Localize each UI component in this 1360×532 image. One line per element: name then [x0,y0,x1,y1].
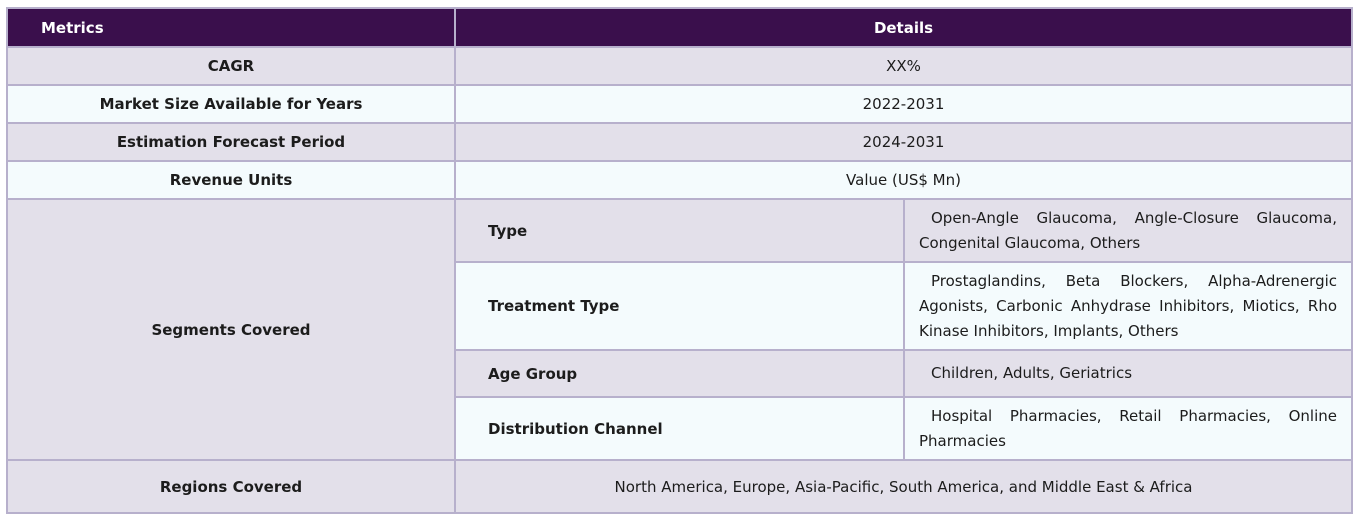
table-header-row: Metrics Details [6,7,1354,48]
segment-name: Distribution Channel [454,396,905,461]
report-scope-table-container: Metrics Details CAGR XX% Market Size Ava… [6,7,1354,514]
segment-value: Open-Angle Glaucoma, Angle-Closure Glauc… [902,198,1354,263]
segment-value: Prostaglandins, Beta Blockers, Alpha-Adr… [902,261,1354,351]
table-row: Estimation Forecast Period 2024-2031 [6,122,1354,162]
segments-covered-label: Segments Covered [6,198,456,461]
regions-covered-label: Regions Covered [6,459,456,514]
table-row: CAGR XX% [6,46,1354,86]
segment-value-text: Children, Adults, Geriatrics [931,364,1133,382]
segment-name: Age Group [454,349,905,398]
report-scope-table: Metrics Details CAGR XX% Market Size Ava… [6,7,1354,514]
metric-forecast-period-label: Estimation Forecast Period [6,122,456,162]
metric-cagr-value: XX% [453,46,1354,86]
segment-value-text: Hospital Pharmacies, Retail Pharmacies, … [919,406,1338,450]
table-row: Market Size Available for Years 2022-203… [6,84,1354,124]
segment-value: Hospital Pharmacies, Retail Pharmacies, … [902,396,1354,461]
metric-market-size-label: Market Size Available for Years [6,84,456,124]
metric-revenue-units-label: Revenue Units [6,160,456,200]
metric-forecast-period-value: 2024-2031 [453,122,1354,162]
segment-value-text: Open-Angle Glaucoma, Angle-Closure Glauc… [919,208,1338,252]
metric-revenue-units-value: Value (US$ Mn) [453,160,1354,200]
table-row: Regions Covered North America, Europe, A… [6,459,1354,514]
details-column-header: Details [453,7,1354,48]
segment-row-type: Segments Covered Type Open-Angle Glaucom… [6,198,1354,461]
metric-cagr-label: CAGR [6,46,456,86]
table-row: Revenue Units Value (US$ Mn) [6,160,1354,200]
metric-market-size-value: 2022-2031 [453,84,1354,124]
regions-covered-value: North America, Europe, Asia-Pacific, Sou… [453,459,1354,514]
segment-name: Type [454,198,905,263]
metrics-column-header: Metrics [6,7,456,48]
segment-value-text: Prostaglandins, Beta Blockers, Alpha-Adr… [919,271,1338,340]
segment-name: Treatment Type [454,261,905,351]
segment-value: Children, Adults, Geriatrics [902,349,1354,398]
